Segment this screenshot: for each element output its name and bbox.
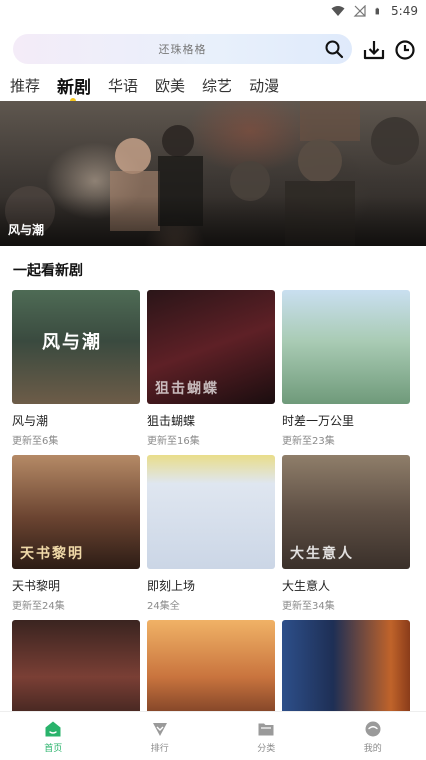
tab-new-drama[interactable]: 新剧 <box>57 73 91 98</box>
card-title: 天书黎明 <box>12 577 140 594</box>
poster-image: 天书黎明 <box>12 455 140 569</box>
status-bar: 5:49 <box>0 0 426 22</box>
drama-card[interactable]: 即刻上场 24集全 <box>147 455 275 612</box>
poster-image: 狙击蝴蝶 <box>147 290 275 404</box>
drama-card[interactable]: 时差一万公里 更新至23集 <box>282 290 410 447</box>
search-placeholder: 还珠格格 <box>159 41 207 57</box>
nav-ranking[interactable]: 排行 <box>107 712 214 760</box>
card-title: 狙击蝴蝶 <box>147 412 275 429</box>
featured-banner[interactable]: 风与潮 <box>0 101 426 246</box>
card-title: 大生意人 <box>282 577 410 594</box>
search-input[interactable]: 还珠格格 <box>13 34 352 64</box>
no-signal-icon <box>353 5 367 17</box>
nav-home[interactable]: 首页 <box>0 712 107 760</box>
card-subtitle: 更新至16集 <box>147 432 275 447</box>
card-title: 风与潮 <box>12 412 140 429</box>
poster-image <box>282 290 410 404</box>
card-subtitle: 更新至24集 <box>12 597 140 612</box>
drama-card[interactable]: 大生意人 大生意人 更新至34集 <box>282 455 410 612</box>
drama-card[interactable]: 天书黎明 天书黎明 更新至24集 <box>12 455 140 612</box>
poster-text: 大生意人 <box>290 543 354 563</box>
tab-recommend[interactable]: 推荐 <box>10 75 40 96</box>
card-title: 时差一万公里 <box>282 412 410 429</box>
nav-home-label: 首页 <box>44 741 62 754</box>
download-icon[interactable] <box>362 38 386 62</box>
poster-text: 风与潮 <box>42 328 102 354</box>
ranking-icon <box>151 720 169 738</box>
top-bar: 还珠格格 <box>0 28 426 72</box>
poster-image <box>147 455 275 569</box>
nav-category[interactable]: 分类 <box>213 712 320 760</box>
banner-shade <box>0 196 426 246</box>
nav-category-label: 分类 <box>257 741 275 754</box>
wifi-icon <box>331 5 345 17</box>
nav-ranking-label: 排行 <box>151 741 169 754</box>
card-title: 即刻上场 <box>147 577 275 594</box>
poster-text: 天书黎明 <box>20 543 84 563</box>
card-subtitle: 更新至34集 <box>282 597 410 612</box>
profile-icon <box>364 720 382 738</box>
home-icon <box>44 720 62 738</box>
nav-profile-label: 我的 <box>364 741 382 754</box>
folder-icon <box>257 720 275 738</box>
banner-title: 风与潮 <box>8 221 44 238</box>
drama-card[interactable]: 狙击蝴蝶 狙击蝴蝶 更新至16集 <box>147 290 275 447</box>
battery-icon <box>375 5 383 17</box>
category-tabs: 推荐 新剧 华语 欧美 综艺 动漫 <box>0 70 426 100</box>
card-subtitle: 更新至6集 <box>12 432 140 447</box>
poster-text: 狙击蝴蝶 <box>155 378 219 398</box>
drama-card[interactable]: 风与潮 风与潮 更新至6集 <box>12 290 140 447</box>
status-time: 5:49 <box>391 4 418 18</box>
search-icon[interactable] <box>324 39 344 59</box>
section-title: 一起看新剧 <box>13 260 83 280</box>
history-icon[interactable] <box>393 38 417 62</box>
tab-chinese[interactable]: 华语 <box>108 75 138 96</box>
tab-variety[interactable]: 综艺 <box>202 75 232 96</box>
card-subtitle: 24集全 <box>147 597 275 612</box>
tab-western[interactable]: 欧美 <box>155 75 185 96</box>
tab-anime[interactable]: 动漫 <box>249 75 279 96</box>
nav-profile[interactable]: 我的 <box>320 712 426 760</box>
poster-image: 风与潮 <box>12 290 140 404</box>
poster-image: 大生意人 <box>282 455 410 569</box>
bottom-nav: 首页 排行 分类 我的 <box>0 711 426 760</box>
card-subtitle: 更新至23集 <box>282 432 410 447</box>
